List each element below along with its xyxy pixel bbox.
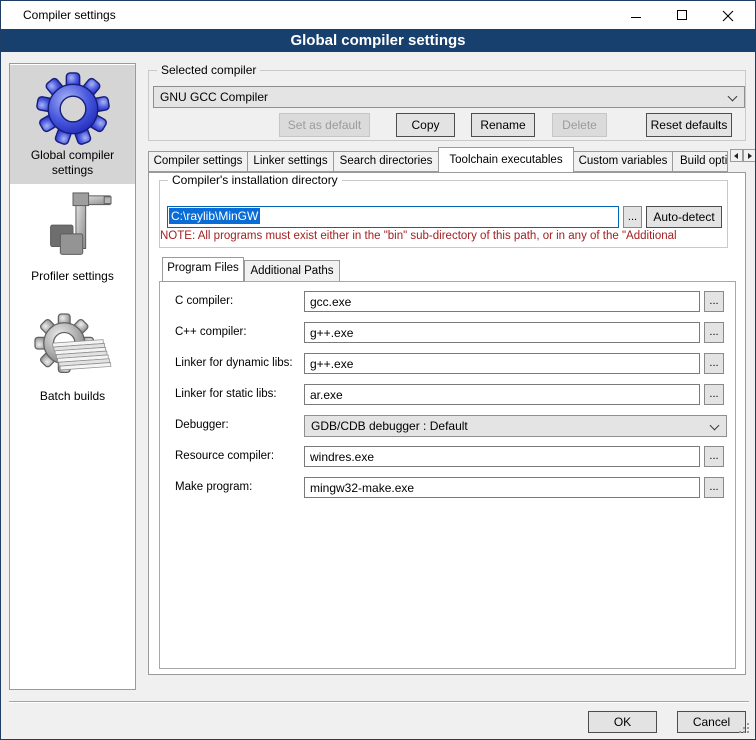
cpp-compiler-browse-button[interactable]: ... <box>704 322 724 343</box>
field-label-c-compiler: C compiler: <box>175 295 303 307</box>
debugger-dropdown[interactable]: GDB/CDB debugger : Default <box>304 415 727 437</box>
tab-scroll-left-button[interactable] <box>730 149 743 162</box>
subtab-program-files[interactable]: Program Files <box>162 257 244 282</box>
selected-compiler-group-label: Selected compiler <box>157 63 260 77</box>
c-compiler-browse-button[interactable]: ... <box>704 291 724 312</box>
arrow-right-icon <box>748 153 752 159</box>
field-label-linker-dynamic: Linker for dynamic libs: <box>175 357 303 369</box>
selected-compiler-value: GNU GCC Compiler <box>160 90 268 104</box>
subtab-additional-paths[interactable]: Additional Paths <box>244 260 340 282</box>
settings-category-list: Global compiler settings Profile <box>9 63 136 690</box>
linker-dynamic-input[interactable] <box>304 353 700 374</box>
blue-gear-icon <box>35 71 111 147</box>
linker-static-browse-button[interactable]: ... <box>704 384 724 405</box>
tab-compiler-settings[interactable]: Compiler settings <box>148 151 248 172</box>
caliper-icon <box>34 190 112 268</box>
minimize-button[interactable] <box>613 1 659 29</box>
tab-linker-settings[interactable]: Linker settings <box>247 151 334 172</box>
delete-button[interactable]: Delete <box>552 113 607 137</box>
field-label-cpp-compiler: C++ compiler: <box>175 326 303 338</box>
auto-detect-button[interactable]: Auto-detect <box>646 206 722 228</box>
reset-defaults-button[interactable]: Reset defaults <box>646 113 732 137</box>
cpp-compiler-input[interactable] <box>304 322 700 343</box>
install-dir-value: C:\raylib\MinGW <box>169 208 260 224</box>
footer-separator <box>9 701 749 703</box>
tab-search-directories[interactable]: Search directories <box>333 151 439 172</box>
chevron-down-icon <box>728 92 738 102</box>
selected-compiler-dropdown[interactable]: GNU GCC Compiler <box>153 86 745 108</box>
maximize-button[interactable] <box>659 1 705 29</box>
note-text: NOTE: All programs must exist either in … <box>160 230 745 242</box>
tab-toolchain-executables[interactable]: Toolchain executables <box>438 147 574 173</box>
field-label-debugger: Debugger: <box>175 419 303 431</box>
window-title: Compiler settings <box>23 1 116 29</box>
linker-static-input[interactable] <box>304 384 700 405</box>
sidebar-item-batch-builds[interactable]: Batch builds <box>10 308 135 418</box>
install-dir-input[interactable]: C:\raylib\MinGW <box>167 206 619 228</box>
field-label-make-program: Make program: <box>175 481 303 493</box>
install-dir-browse-button[interactable]: ... <box>623 206 642 228</box>
sidebar-item-label: Profiler settings <box>10 269 135 284</box>
copy-button[interactable]: Copy <box>396 113 455 137</box>
dialog-banner: Global compiler settings <box>1 29 755 52</box>
field-label-resource-compiler: Resource compiler: <box>175 450 303 462</box>
set-as-default-button[interactable]: Set as default <box>279 113 370 137</box>
sidebar-item-label: Batch builds <box>10 389 135 404</box>
make-program-input[interactable] <box>304 477 700 498</box>
close-icon <box>722 10 734 22</box>
ok-button[interactable]: OK <box>588 711 657 733</box>
arrow-left-icon <box>734 153 738 159</box>
gray-gear-stack-icon <box>32 312 114 388</box>
titlebar: Compiler settings <box>1 1 755 29</box>
cancel-button[interactable]: Cancel <box>677 711 746 733</box>
chevron-down-icon <box>710 421 720 431</box>
installation-directory-group-label: Compiler's installation directory <box>168 173 342 187</box>
compiler-settings-window: Compiler settings Global compiler settin… <box>0 0 756 740</box>
minimize-icon <box>631 17 641 18</box>
sidebar-item-global-compiler-settings[interactable]: Global compiler settings <box>10 65 135 184</box>
resize-grip[interactable] <box>739 723 741 725</box>
tab-scroll-right-button[interactable] <box>743 149 756 162</box>
debugger-value: GDB/CDB debugger : Default <box>311 419 468 433</box>
resource-compiler-browse-button[interactable]: ... <box>704 446 724 467</box>
tab-custom-variables[interactable]: Custom variables <box>573 151 673 172</box>
make-program-browse-button[interactable]: ... <box>704 477 724 498</box>
close-button[interactable] <box>705 1 751 29</box>
tab-build-options[interactable]: Build options <box>672 151 728 172</box>
sidebar-item-label: Global compiler settings <box>10 148 135 178</box>
sidebar-item-profiler-settings[interactable]: Profiler settings <box>10 188 135 296</box>
maximize-icon <box>677 10 687 20</box>
linker-dynamic-browse-button[interactable]: ... <box>704 353 724 374</box>
field-label-linker-static: Linker for static libs: <box>175 388 303 400</box>
rename-button[interactable]: Rename <box>471 113 535 137</box>
c-compiler-input[interactable] <box>304 291 700 312</box>
resource-compiler-input[interactable] <box>304 446 700 467</box>
